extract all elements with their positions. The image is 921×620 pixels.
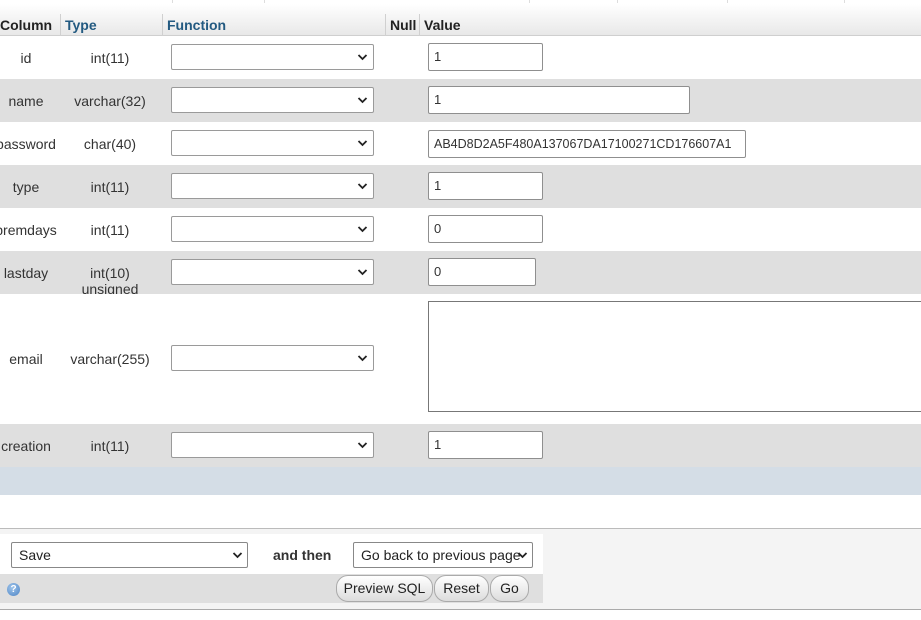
- action-select-value: Save: [19, 547, 51, 563]
- function-select[interactable]: [171, 130, 374, 156]
- function-select[interactable]: [171, 216, 374, 242]
- chevron-down-icon: [357, 269, 368, 276]
- value-input[interactable]: 1: [428, 431, 543, 459]
- column-name: email: [9, 351, 43, 367]
- column-type: char(40): [83, 136, 137, 152]
- chevron-down-icon: [357, 226, 368, 233]
- chevron-down-icon: [232, 552, 243, 559]
- table-row: type int(11) 1: [0, 165, 921, 208]
- table-row: name varchar(32) 1: [0, 79, 921, 122]
- column-header: Column: [0, 17, 53, 33]
- table-row: email varchar(255): [0, 294, 921, 424]
- table-row: id int(11) 1: [0, 36, 921, 79]
- column-name: premdays: [0, 222, 57, 238]
- null-header: Null: [390, 17, 417, 33]
- divider: [0, 609, 921, 610]
- column-type: int(11): [90, 438, 130, 454]
- chevron-down-icon: [357, 355, 368, 362]
- submit-options: Save and then Go back to previous page: [0, 534, 543, 574]
- table-header: Column Type Function Null Value: [0, 4, 921, 38]
- reset-button[interactable]: Reset: [434, 575, 489, 602]
- value-input[interactable]: 1: [428, 86, 690, 114]
- and-then-label: and then: [273, 547, 332, 563]
- table-row: password char(40) AB4D8D2A5F480A137067DA…: [0, 122, 921, 165]
- value-input[interactable]: 0: [428, 215, 543, 243]
- help-icon[interactable]: ?: [7, 583, 20, 596]
- table-row: premdays int(11) 0: [0, 208, 921, 251]
- chevron-down-icon: [357, 97, 368, 104]
- column-type: int(11): [90, 179, 130, 195]
- email-textarea[interactable]: [428, 301, 921, 412]
- column-name: type: [12, 179, 40, 195]
- column-type: int(11): [90, 50, 130, 66]
- go-button[interactable]: Go: [490, 575, 529, 602]
- column-name: password: [0, 136, 56, 152]
- chevron-down-icon: [357, 140, 368, 147]
- table-footer-row: [0, 467, 921, 495]
- submit-panel: Save and then Go back to previous page ?…: [0, 534, 543, 603]
- column-type: varchar(255): [70, 351, 150, 367]
- after-insert-select-value: Go back to previous page: [361, 547, 521, 563]
- value-input[interactable]: 1: [428, 43, 543, 71]
- chevron-down-icon: [357, 54, 368, 61]
- function-select[interactable]: [171, 432, 374, 458]
- function-select[interactable]: [171, 173, 374, 199]
- preview-sql-button[interactable]: Preview SQL: [336, 575, 433, 602]
- action-select[interactable]: Save: [11, 542, 248, 568]
- function-select[interactable]: [171, 44, 374, 70]
- column-name: id: [20, 50, 32, 66]
- chevron-down-icon: [517, 552, 528, 559]
- after-insert-select[interactable]: Go back to previous page: [353, 542, 533, 568]
- chevron-down-icon: [357, 442, 368, 449]
- column-type: int(10) unsigned: [81, 265, 139, 297]
- function-header[interactable]: Function: [167, 17, 226, 33]
- value-input[interactable]: AB4D8D2A5F480A137067DA17100271CD176607A1: [428, 130, 746, 158]
- chevron-down-icon: [357, 183, 368, 190]
- value-input[interactable]: 1: [428, 172, 543, 200]
- value-input[interactable]: 0: [428, 258, 536, 286]
- column-name: name: [8, 93, 44, 109]
- column-name: creation: [1, 438, 51, 454]
- column-type: varchar(32): [74, 93, 146, 109]
- function-select[interactable]: [171, 87, 374, 113]
- table-row: creation int(11) 1: [0, 424, 921, 467]
- function-select[interactable]: [171, 345, 374, 371]
- function-select[interactable]: [171, 259, 374, 285]
- value-header: Value: [424, 17, 461, 33]
- table-row: lastday int(10) unsigned 0: [0, 251, 921, 297]
- column-type: int(11): [90, 222, 130, 238]
- type-header[interactable]: Type: [65, 17, 97, 33]
- column-name: lastday: [3, 265, 49, 281]
